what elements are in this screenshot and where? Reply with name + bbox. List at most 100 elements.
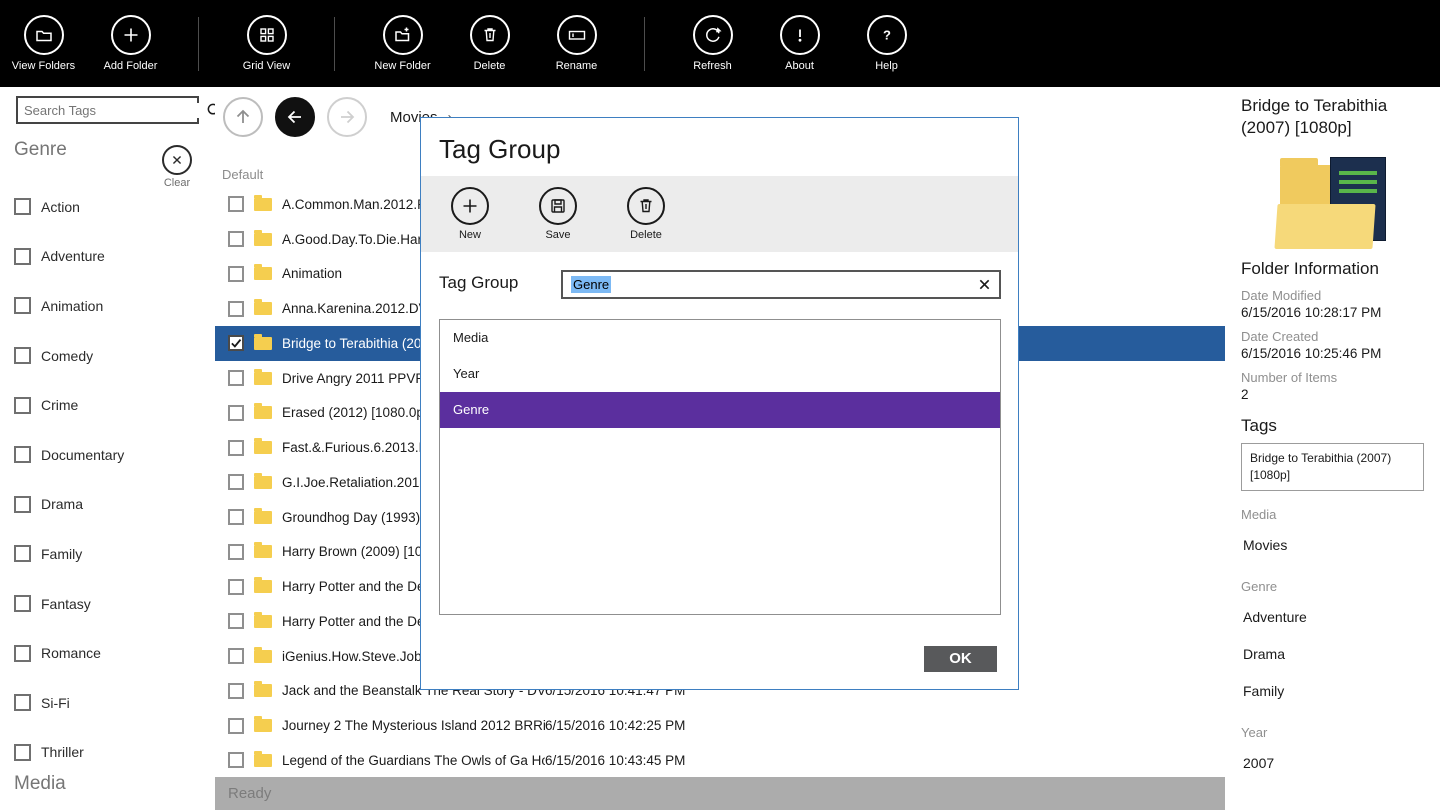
clear-filters-button[interactable]: Clear [155, 145, 199, 189]
input-clear-icon[interactable] [978, 278, 991, 291]
tag-filter-row[interactable]: Crime [14, 380, 124, 430]
row-checkbox[interactable] [228, 474, 244, 490]
tag-box[interactable]: Bridge to Terabithia (2007) [1080p] [1241, 443, 1424, 491]
new-folder-button[interactable]: New Folder [359, 15, 446, 72]
tag-filter-row[interactable]: Animation [14, 281, 124, 331]
group-label: Default [222, 167, 263, 182]
tag-filter-row[interactable]: Adventure [14, 232, 124, 282]
date-modified-label: Date Modified [1241, 288, 1426, 303]
row-checkbox[interactable] [228, 613, 244, 629]
row-checkbox[interactable] [228, 683, 244, 699]
tag-group-list-item[interactable]: Year [440, 356, 1000, 392]
file-date: 6/15/2016 10:42:25 PM [545, 718, 685, 733]
tag-label: Family [41, 546, 82, 562]
tag-group-list-item-selected[interactable]: Genre [440, 392, 1000, 428]
nav-forward-button[interactable] [327, 97, 367, 137]
rename-label: Rename [556, 60, 598, 72]
tag-filter-row[interactable]: Comedy [14, 331, 124, 381]
rename-icon [557, 15, 597, 55]
row-checkbox[interactable] [228, 718, 244, 734]
row-checkbox[interactable] [228, 648, 244, 664]
row-checkbox[interactable] [228, 405, 244, 421]
file-row[interactable]: Journey 2 The Mysterious Island 2012 BRR… [215, 708, 1225, 743]
row-checkbox[interactable] [228, 266, 244, 282]
folder-information-heading: Folder Information [1241, 259, 1426, 279]
folder-icon [254, 337, 272, 350]
search-tags-input[interactable] [18, 103, 206, 118]
row-checkbox[interactable] [228, 579, 244, 595]
row-checkbox[interactable] [228, 752, 244, 768]
folder-icon [254, 545, 272, 558]
dialog-delete-button[interactable]: Delete [621, 187, 671, 241]
row-checkbox[interactable] [228, 231, 244, 247]
tag-checkbox[interactable] [14, 347, 31, 364]
tag-filter-row[interactable]: Fantasy [14, 579, 124, 629]
status-bar: Ready [215, 777, 1225, 810]
toolbar-separator [644, 17, 645, 71]
number-of-items-label: Number of Items [1241, 370, 1426, 385]
add-folder-button[interactable]: Add Folder [87, 15, 174, 72]
tag-group-list-item[interactable]: Media [440, 320, 1000, 356]
nav-back-button[interactable] [275, 97, 315, 137]
row-checkbox[interactable] [228, 196, 244, 212]
ok-button[interactable]: OK [924, 646, 997, 672]
row-checkbox[interactable] [228, 370, 244, 386]
row-checkbox[interactable] [228, 509, 244, 525]
tag-checkbox[interactable] [14, 694, 31, 711]
dialog-new-button[interactable]: New [445, 187, 495, 241]
tag-group-input[interactable]: Genre [561, 270, 1001, 299]
tag-filter-row[interactable]: Romance [14, 628, 124, 678]
tag-label: Thriller [41, 744, 84, 760]
view-folders-button[interactable]: View Folders [0, 15, 87, 72]
row-checkbox[interactable] [228, 440, 244, 456]
tag-checkbox[interactable] [14, 744, 31, 761]
row-checkbox[interactable] [228, 301, 244, 317]
folder-icon [254, 684, 272, 697]
tag-filter-row[interactable]: Action [14, 182, 124, 232]
grid-view-button[interactable]: Grid View [223, 15, 310, 72]
tag-filter-sidebar: Genre Clear Action Adventure Animation C… [0, 87, 215, 810]
row-checkbox-checked[interactable] [228, 335, 244, 351]
genre-value: Drama [1243, 646, 1426, 662]
help-button[interactable]: ? Help [843, 15, 930, 72]
tag-label: Documentary [41, 447, 124, 463]
about-label: About [785, 60, 814, 72]
rename-button[interactable]: Rename [533, 15, 620, 72]
tag-checkbox[interactable] [14, 545, 31, 562]
dialog-title: Tag Group [439, 134, 560, 165]
tag-checkbox[interactable] [14, 248, 31, 265]
file-row[interactable]: Legend of the Guardians The Owls of Ga H… [215, 743, 1225, 778]
delete-button[interactable]: Delete [446, 15, 533, 72]
toolbar-separator [334, 17, 335, 71]
year-value: 2007 [1243, 755, 1426, 771]
refresh-button[interactable]: Refresh [669, 15, 756, 72]
about-icon [780, 15, 820, 55]
help-label: Help [875, 60, 898, 72]
tag-filter-row[interactable]: Family [14, 529, 124, 579]
nav-up-button[interactable] [223, 97, 263, 137]
tag-checkbox[interactable] [14, 496, 31, 513]
file-date: 6/15/2016 10:43:45 PM [545, 753, 685, 768]
row-checkbox[interactable] [228, 544, 244, 560]
tag-filter-row[interactable]: Si-Fi [14, 678, 124, 728]
search-tags-box [16, 96, 199, 124]
dialog-save-button[interactable]: Save [533, 187, 583, 241]
save-icon [539, 187, 577, 225]
tag-filter-row[interactable]: Drama [14, 480, 124, 530]
about-button[interactable]: About [756, 15, 843, 72]
tag-group-list: Media Year Genre [439, 319, 1001, 615]
tag-checkbox[interactable] [14, 397, 31, 414]
tag-filter-row[interactable]: Documentary [14, 430, 124, 480]
selected-folder-title: Bridge to Terabithia (2007) [1080p] [1241, 95, 1426, 139]
help-icon: ? [867, 15, 907, 55]
svg-text:?: ? [883, 28, 891, 43]
folder-icon [254, 719, 272, 732]
tag-checkbox[interactable] [14, 645, 31, 662]
status-text: Ready [228, 785, 271, 802]
tag-checkbox[interactable] [14, 446, 31, 463]
tag-checkbox[interactable] [14, 595, 31, 612]
tag-checkbox[interactable] [14, 297, 31, 314]
tag-checkbox[interactable] [14, 198, 31, 215]
tag-filter-row[interactable]: Thriller [14, 728, 124, 778]
folder-icon [254, 267, 272, 280]
